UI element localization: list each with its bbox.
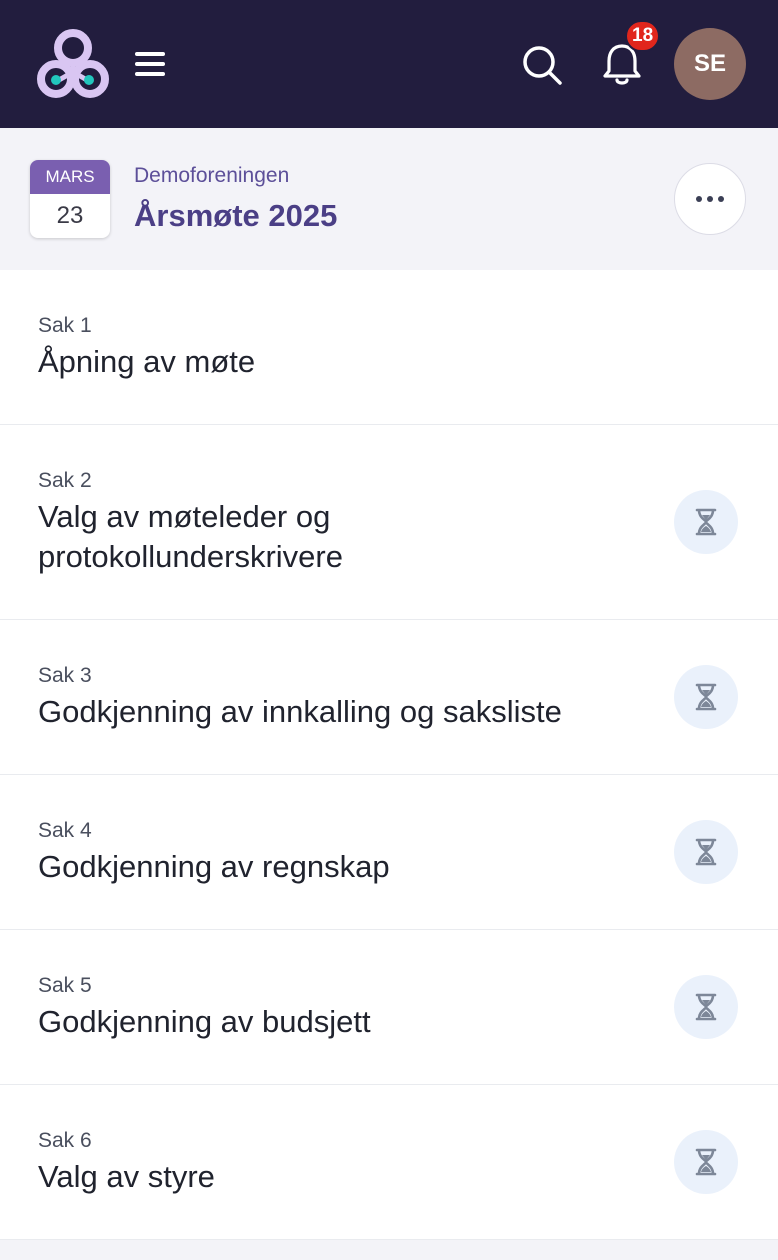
meeting-date-badge: MARS 23	[30, 160, 110, 238]
hourglass-icon	[674, 820, 738, 884]
agenda-item-number: Sak 5	[38, 974, 92, 997]
search-icon[interactable]	[520, 43, 564, 87]
top-bar: 18 SE	[0, 0, 778, 128]
hourglass-icon	[674, 665, 738, 729]
agenda-item-title: Godkjenning av regnskap	[38, 849, 390, 884]
meeting-day: 23	[56, 202, 84, 229]
hourglass-icon	[674, 1130, 738, 1194]
agenda-item[interactable]: Sak 1 Åpning av møte	[0, 270, 778, 425]
agenda-item[interactable]: Sak 4 Godkjenning av regnskap	[0, 775, 778, 930]
more-dots-icon	[696, 196, 702, 202]
agenda-item-title: Godkjenning av innkalling og saksliste	[38, 694, 562, 729]
agenda-item-number: Sak 4	[38, 819, 92, 842]
agenda-item-number: Sak 1	[38, 314, 92, 337]
agenda-item[interactable]: Sak 3 Godkjenning av innkalling og saksl…	[0, 620, 778, 775]
agenda-item-number: Sak 2	[38, 469, 92, 492]
hourglass-icon	[674, 490, 738, 554]
logo-icon	[37, 29, 109, 98]
notification-count-badge: 18	[625, 20, 661, 52]
user-avatar[interactable]: SE	[674, 28, 746, 100]
hamburger-menu-icon[interactable]	[132, 46, 168, 82]
hourglass-icon	[674, 975, 738, 1039]
app-logo[interactable]	[36, 28, 110, 102]
meeting-header: MARS 23 Demoforeningen Årsmøte 2025	[0, 128, 778, 270]
meeting-title: Årsmøte 2025	[134, 198, 338, 233]
bottom-divider	[0, 1240, 778, 1260]
organization-name[interactable]: Demoforeningen	[134, 164, 289, 188]
more-options-button[interactable]	[674, 163, 746, 235]
agenda-item-title: Åpning av møte	[38, 344, 256, 379]
agenda-item[interactable]: Sak 6 Valg av styre	[0, 1085, 778, 1240]
agenda-item-number: Sak 3	[38, 664, 92, 687]
agenda-item[interactable]: Sak 5 Godkjenning av budsjett	[0, 930, 778, 1085]
agenda-item[interactable]: Sak 2 Valg av møteleder og protokollunde…	[0, 425, 778, 620]
agenda-item-title: Valg av møteleder og protokollunderskriv…	[38, 499, 343, 574]
agenda-item-title: Godkjenning av budsjett	[38, 1004, 371, 1039]
agenda-item-title: Valg av styre	[38, 1159, 215, 1194]
agenda-item-number: Sak 6	[38, 1129, 92, 1152]
meeting-month: MARS	[30, 160, 110, 194]
